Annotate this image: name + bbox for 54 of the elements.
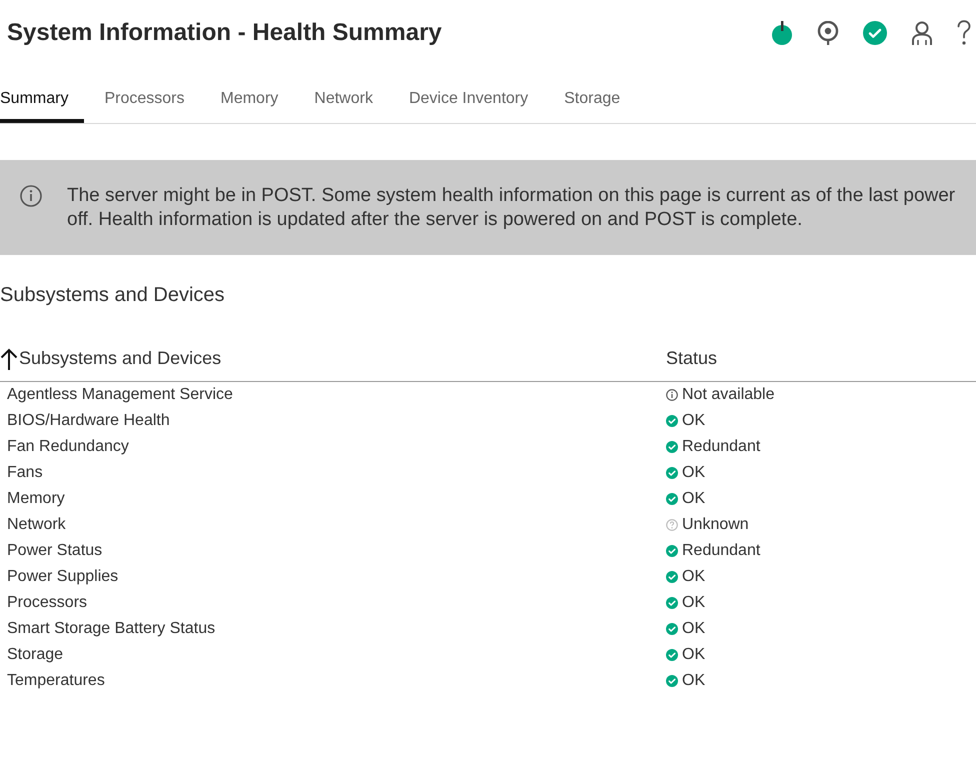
section-title: Subsystems and Devices bbox=[0, 283, 226, 307]
locator-icon[interactable] bbox=[817, 21, 839, 45]
subsystem-name: Fans bbox=[6, 464, 44, 482]
page-title: System Information - Health Summary bbox=[7, 19, 442, 47]
info-icon bbox=[20, 185, 42, 207]
check-icon bbox=[666, 545, 678, 557]
status-text: OK bbox=[682, 620, 706, 638]
status-text: OK bbox=[682, 672, 706, 690]
status-text: Redundant bbox=[682, 542, 760, 560]
health-check-icon[interactable] bbox=[863, 21, 887, 45]
power-icon[interactable] bbox=[771, 21, 793, 45]
user-icon[interactable] bbox=[911, 21, 933, 45]
subsystem-name: BIOS/Hardware Health bbox=[6, 412, 171, 430]
subsystem-name: Temperatures bbox=[6, 672, 106, 690]
column-header[interactable]: Subsystems and Devices bbox=[19, 348, 222, 369]
status-text: OK bbox=[682, 490, 706, 508]
status-text: OK bbox=[682, 464, 706, 482]
check-icon bbox=[666, 597, 678, 609]
check-icon bbox=[666, 649, 678, 661]
info-icon bbox=[666, 389, 678, 401]
subsystem-name: Storage bbox=[6, 646, 64, 664]
column-header[interactable]: Status bbox=[666, 348, 718, 369]
status-text: Unknown bbox=[682, 516, 749, 534]
check-icon bbox=[666, 467, 678, 479]
subsystem-name: Memory bbox=[6, 490, 66, 508]
subsystem-name: Fan Redundancy bbox=[6, 438, 130, 456]
check-icon bbox=[666, 415, 678, 427]
check-icon bbox=[666, 623, 678, 635]
status-text: Redundant bbox=[682, 438, 760, 456]
status-text: OK bbox=[682, 594, 706, 612]
tab[interactable]: Device Inventory bbox=[408, 66, 544, 123]
subsystem-name: Power Supplies bbox=[6, 568, 120, 586]
check-icon bbox=[666, 675, 678, 687]
subsystem-name: Processors bbox=[6, 594, 88, 612]
question-icon bbox=[666, 519, 678, 531]
sort-up-icon[interactable] bbox=[0, 348, 18, 370]
help-icon[interactable] bbox=[957, 20, 971, 46]
tab[interactable]: Summary bbox=[0, 66, 84, 123]
subsystem-name: Agentless Management Service bbox=[6, 386, 234, 404]
check-icon bbox=[666, 441, 678, 453]
tab[interactable]: Processors bbox=[104, 66, 200, 123]
check-icon bbox=[666, 493, 678, 505]
notice-text: The server might be in POST. Some system health information on this page is current as of the last power off. Health information is updated after the server is powered on and POST is complete. bbox=[67, 184, 956, 232]
tab[interactable]: Storage bbox=[564, 66, 636, 123]
status-text: OK bbox=[682, 646, 706, 664]
status-text: OK bbox=[682, 412, 706, 430]
check-icon bbox=[666, 571, 678, 583]
tab[interactable]: Memory bbox=[220, 66, 294, 123]
subsystem-name: Power Status bbox=[6, 542, 104, 560]
status-text: Not available bbox=[682, 386, 774, 404]
subsystem-name: Smart Storage Battery Status bbox=[6, 620, 216, 638]
tab[interactable]: Network bbox=[314, 66, 389, 123]
subsystem-name: Network bbox=[6, 516, 67, 534]
status-text: OK bbox=[682, 568, 706, 586]
